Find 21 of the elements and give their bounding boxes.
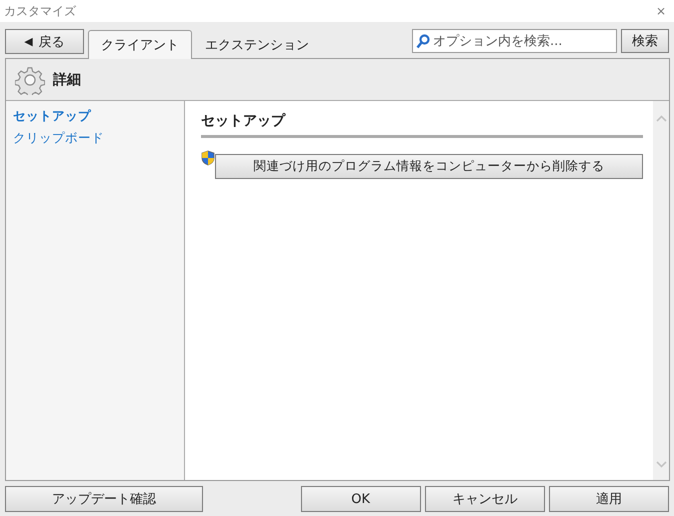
- window-title: カスタマイズ: [4, 2, 76, 20]
- cancel-button[interactable]: キャンセル: [424, 486, 545, 512]
- close-icon[interactable]: ×: [656, 4, 666, 18]
- sidebar-item[interactable]: セットアップ: [13, 108, 91, 125]
- update-check-button[interactable]: アップデート確認: [5, 486, 203, 512]
- apply-button[interactable]: 適用: [548, 486, 669, 512]
- section-title: セットアップ: [201, 112, 643, 138]
- ok-button[interactable]: OK: [300, 486, 421, 512]
- sidebar-item[interactable]: クリップボード: [13, 130, 104, 147]
- tab[interactable]: クライアント: [88, 30, 192, 59]
- gear-icon: [15, 64, 45, 94]
- back-button[interactable]: ◀ 戻る: [5, 29, 84, 54]
- section-header: 詳細: [53, 70, 81, 88]
- tab[interactable]: エクステンション: [192, 30, 322, 58]
- scroll-up-icon[interactable]: [656, 115, 666, 122]
- remove-program-info-button[interactable]: 関連づけ用のプログラム情報をコンピューターから削除する: [215, 154, 643, 179]
- search-button[interactable]: 検索: [621, 29, 669, 53]
- search-field[interactable]: オプション内を検索...: [412, 29, 617, 53]
- scroll-down-icon[interactable]: [656, 461, 666, 468]
- search-icon: [416, 34, 430, 48]
- shield-icon: [201, 150, 215, 166]
